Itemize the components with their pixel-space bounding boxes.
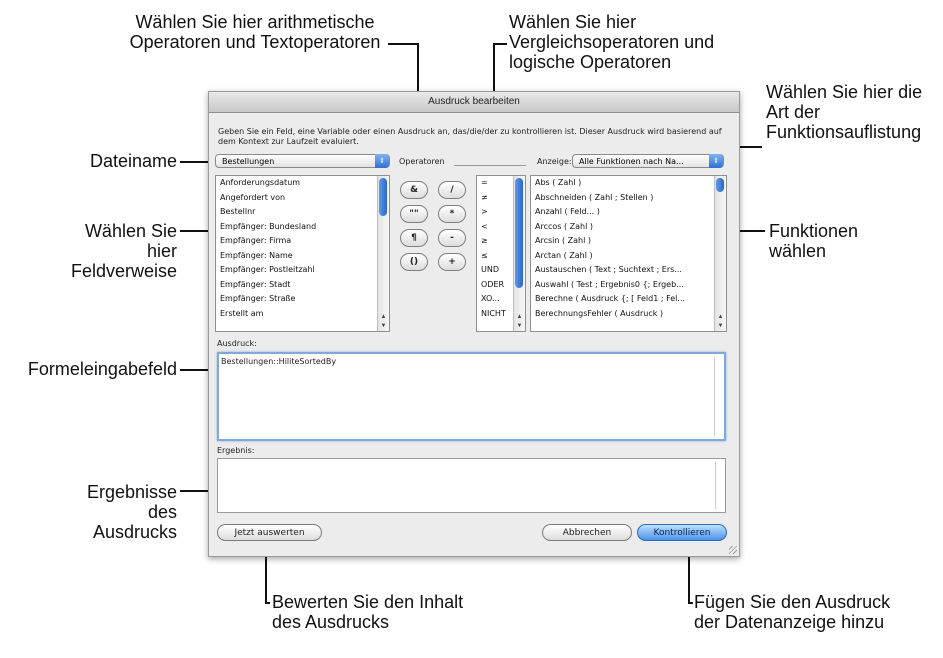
callout-formula-field: Formeleingabefeld — [27, 359, 177, 379]
scroll-up-icon[interactable]: ▲ — [515, 313, 524, 321]
function-list-item[interactable]: Austauschen ( Text ; Suchtext ; Ers... — [531, 263, 726, 278]
callout-field-refs: Wählen Sie hier Feldverweise — [70, 221, 177, 281]
leader-line — [265, 602, 270, 604]
scroll-up-icon[interactable]: ▲ — [379, 313, 388, 321]
field-list[interactable]: Anforderungsdatum Angefordert von Bestelln… — [215, 175, 390, 332]
operator-list-scrollbar[interactable]: ▲ ▼ — [513, 176, 525, 331]
field-list-item[interactable]: Empfänger: Postleitzahl — [216, 263, 389, 278]
function-list-item[interactable]: Abschneiden ( Zahl ; Stellen ) — [531, 191, 726, 206]
function-list-scrollbar[interactable]: ▲ ▼ — [714, 176, 726, 331]
resize-grip-icon[interactable] — [729, 546, 737, 554]
field-list-item[interactable]: Erstellt am — [216, 307, 389, 322]
leader-line — [493, 43, 507, 45]
view-select[interactable]: Alle Funktionen nach Na... ⇕ — [572, 154, 724, 168]
dialog-description: Geben Sie ein Feld, eine Variable oder e… — [218, 127, 722, 146]
quotes-button[interactable]: "" — [400, 205, 428, 223]
function-list-item[interactable]: Auswahl ( Test ; Ergebnis0 {; Ergeb... — [531, 278, 726, 293]
callout-add: Fügen Sie den Ausdruck der Datenanzeige … — [694, 592, 891, 632]
field-list-scrollbar[interactable]: ▲ ▼ — [377, 176, 389, 331]
result-field[interactable] — [217, 458, 726, 513]
scroll-down-icon[interactable]: ▼ — [515, 322, 524, 330]
function-list-item[interactable]: Anzahl ( Feld... ) — [531, 205, 726, 220]
parentheses-button[interactable]: () — [400, 253, 428, 271]
leader-line — [388, 43, 418, 45]
view-label: Anzeige: — [537, 157, 572, 166]
pilcrow-button[interactable]: ¶ — [400, 229, 428, 247]
expression-scrollbar[interactable] — [714, 357, 721, 436]
operators-label: Operatoren — [399, 157, 445, 166]
ampersand-button[interactable]: & — [400, 181, 428, 199]
function-list-item[interactable]: Arctan ( Zahl ) — [531, 249, 726, 264]
field-list-item[interactable]: Empfänger: Name — [216, 249, 389, 264]
divide-button[interactable]: / — [438, 181, 466, 199]
scroll-thumb[interactable] — [515, 178, 523, 288]
field-list-item[interactable]: Empfänger: Firma — [216, 234, 389, 249]
control-button[interactable]: Kontrollieren — [637, 524, 727, 541]
field-list-item[interactable]: Anforderungsdatum — [216, 176, 389, 191]
function-list-item[interactable]: Abs ( Zahl ) — [531, 176, 726, 191]
scroll-down-icon[interactable]: ▼ — [379, 322, 388, 330]
function-list-item[interactable]: Berechne ( Ausdruck {; [ Feld1 ; Fel... — [531, 292, 726, 307]
callout-filename: Dateiname — [89, 151, 177, 171]
scroll-thumb[interactable] — [716, 178, 724, 192]
function-list-item[interactable]: BerechnungsFehler ( Ausdruck ) — [531, 307, 726, 322]
popup-arrows-icon: ⇕ — [375, 154, 389, 168]
expression-label: Ausdruck: — [217, 339, 257, 348]
scroll-up-icon[interactable]: ▲ — [716, 313, 725, 321]
dialog-title[interactable]: Ausdruck bearbeiten — [209, 92, 739, 113]
result-scrollbar[interactable] — [715, 462, 722, 509]
comparison-operator-list[interactable]: = ≠ > < ≥ ≤ UND ODER XO... NICHT ▲ ▼ — [476, 175, 526, 332]
function-list[interactable]: Abs ( Zahl ) Abschneiden ( Zahl ; Stellen… — [530, 175, 727, 332]
field-list-item[interactable]: Empfänger: Straße — [216, 292, 389, 307]
view-select-value: Alle Funktionen nach Na... — [579, 157, 684, 166]
field-list-item[interactable]: Empfänger: Bundesland — [216, 220, 389, 235]
result-label: Ergebnis: — [217, 446, 255, 455]
plus-button[interactable]: + — [438, 253, 466, 271]
leader-line — [688, 602, 693, 604]
scroll-thumb[interactable] — [379, 178, 387, 216]
popup-arrows-icon: ⇕ — [709, 154, 723, 168]
function-list-item[interactable]: Arccos ( Zahl ) — [531, 220, 726, 235]
edit-expression-dialog: Ausdruck bearbeiten Geben Sie ein Feld, … — [208, 91, 740, 557]
minus-button[interactable]: - — [438, 229, 466, 247]
function-list-item[interactable]: Arcsin ( Zahl ) — [531, 234, 726, 249]
table-select-value: Bestellungen — [222, 157, 275, 166]
field-list-item[interactable]: Empfänger: Stadt — [216, 278, 389, 293]
cancel-button[interactable]: Abbrechen — [542, 524, 632, 541]
callout-arith-operators: Wählen Sie hier arithmetische Operatoren… — [129, 12, 381, 52]
operators-divider — [454, 165, 526, 166]
field-list-item[interactable]: Angefordert von — [216, 191, 389, 206]
scroll-down-icon[interactable]: ▼ — [716, 322, 725, 330]
expression-value: Bestellungen::HiliteSortedBy — [221, 357, 337, 366]
callout-evaluate: Bewerten Sie den Inhalt des Ausdrucks — [272, 592, 464, 632]
field-list-item[interactable]: Bestellnr — [216, 205, 389, 220]
callout-results: Ergebnisse des Ausdrucks — [86, 482, 177, 542]
callout-compare-operators: Wählen Sie hier Vergleichsoperatoren und… — [509, 12, 715, 72]
callout-functions: Funktionen wählen — [769, 221, 859, 261]
callout-view-type: Wählen Sie hier die Art der Funktionsauf… — [766, 82, 923, 142]
multiply-button[interactable]: * — [438, 205, 466, 223]
evaluate-now-button[interactable]: Jetzt auswerten — [217, 524, 322, 541]
table-select[interactable]: Bestellungen ⇕ — [215, 154, 390, 168]
expression-input[interactable]: Bestellungen::HiliteSortedBy — [217, 352, 726, 441]
